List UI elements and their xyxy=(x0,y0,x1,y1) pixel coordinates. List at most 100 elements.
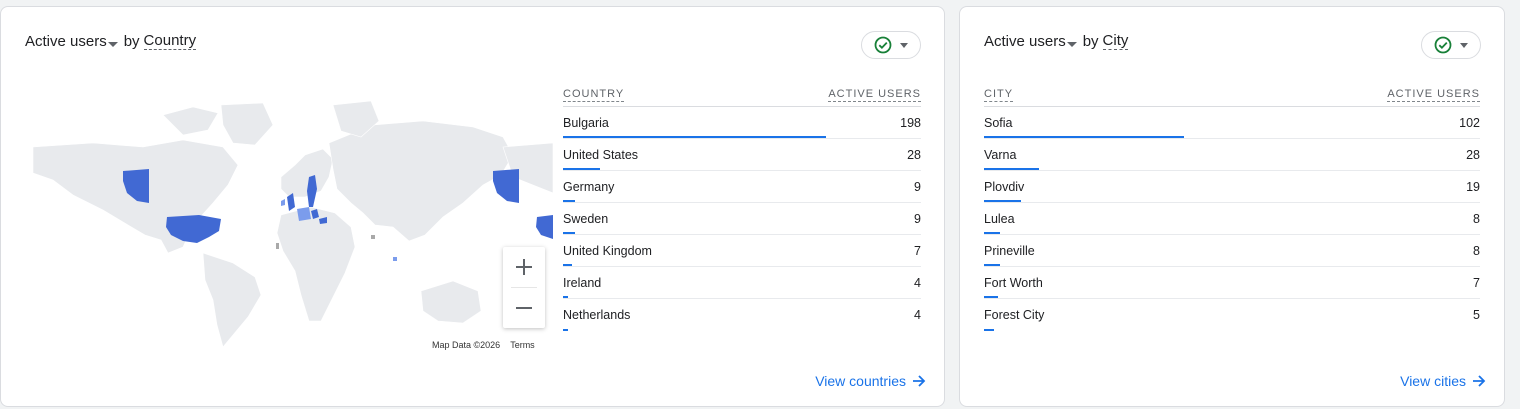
row-name: Plovdiv xyxy=(984,180,1025,194)
city-card: Active users by City CITY ACTIVE USERS S… xyxy=(959,6,1505,407)
row-name: United Kingdom xyxy=(563,244,652,258)
row-bar xyxy=(563,296,568,298)
row-bar xyxy=(984,296,998,298)
map-attribution: Map Data ©2026 Terms xyxy=(429,338,538,352)
by-label: by xyxy=(1082,32,1099,50)
row-name: Fort Worth xyxy=(984,276,1043,290)
caret-down-icon xyxy=(1460,42,1468,48)
row-name: Ireland xyxy=(563,276,602,290)
arrow-right-icon xyxy=(913,375,926,387)
row-name: Bulgaria xyxy=(563,116,609,130)
table-header: CITY ACTIVE USERS xyxy=(984,83,1480,107)
row-name: Lulea xyxy=(984,212,1015,226)
table-row[interactable]: Sweden 9 xyxy=(563,203,921,235)
compare-dropdown[interactable] xyxy=(1421,31,1481,59)
table-row[interactable]: Bulgaria 198 xyxy=(563,107,921,139)
row-bar xyxy=(984,136,1184,138)
row-value: 4 xyxy=(914,308,921,322)
compare-dropdown[interactable] xyxy=(861,31,921,59)
row-bar xyxy=(563,329,568,331)
card-title: Active users by Country xyxy=(25,32,197,50)
table-body: Sofia 102 Varna 28 Plovdiv 19 Lulea 8 Pr… xyxy=(984,107,1480,331)
row-bar xyxy=(984,168,1039,170)
row-name: Sofia xyxy=(984,116,1013,130)
row-value: 9 xyxy=(914,180,921,194)
dimension-selector[interactable]: Country xyxy=(143,32,197,50)
zoom-out-button[interactable] xyxy=(503,288,545,328)
table-header: COUNTRY ACTIVE USERS xyxy=(563,83,921,107)
map-data-label: Map Data ©2026 xyxy=(429,340,504,350)
row-bar xyxy=(984,200,1021,202)
row-name: Netherlands xyxy=(563,308,631,322)
row-value: 198 xyxy=(900,116,921,130)
table-row[interactable]: Varna 28 xyxy=(984,139,1480,171)
row-name: Forest City xyxy=(984,308,1045,322)
row-bar xyxy=(563,232,575,234)
plus-icon xyxy=(516,259,532,275)
city-table: CITY ACTIVE USERS Sofia 102 Varna 28 Plo… xyxy=(984,83,1480,331)
view-countries-label: View countries xyxy=(815,373,906,389)
metric-label: Active users xyxy=(984,32,1066,50)
row-bar xyxy=(563,168,600,170)
column-header-active-users[interactable]: ACTIVE USERS xyxy=(828,87,921,102)
table-row[interactable]: Plovdiv 19 xyxy=(984,171,1480,203)
column-header-active-users[interactable]: ACTIVE USERS xyxy=(1387,87,1480,102)
table-row[interactable]: United States 28 xyxy=(563,139,921,171)
table-row[interactable]: Fort Worth 7 xyxy=(984,267,1480,299)
view-cities-label: View cities xyxy=(1400,373,1466,389)
view-countries-link[interactable]: View countries xyxy=(815,373,926,389)
map-terms-link[interactable]: Terms xyxy=(507,340,538,350)
country-card: Active users by Country Map Data ©2026 T… xyxy=(0,6,945,407)
row-value: 5 xyxy=(1473,308,1480,322)
zoom-controls xyxy=(503,247,545,328)
row-bar xyxy=(563,200,575,202)
table-body: Bulgaria 198 United States 28 Germany 9 … xyxy=(563,107,921,331)
row-value: 28 xyxy=(1466,148,1480,162)
row-value: 4 xyxy=(914,276,921,290)
row-name: Germany xyxy=(563,180,615,194)
country-table: COUNTRY ACTIVE USERS Bulgaria 198 United… xyxy=(563,83,921,331)
table-row[interactable]: Forest City 5 xyxy=(984,299,1480,331)
row-value: 7 xyxy=(1473,276,1480,290)
row-name: Prineville xyxy=(984,244,1035,258)
row-name: United States xyxy=(563,148,639,162)
row-name: Sweden xyxy=(563,212,609,226)
row-bar xyxy=(563,136,826,138)
row-name: Varna xyxy=(984,148,1017,162)
view-cities-link[interactable]: View cities xyxy=(1400,373,1486,389)
minus-icon xyxy=(516,307,532,309)
world-map[interactable] xyxy=(33,85,553,353)
row-value: 19 xyxy=(1466,180,1480,194)
row-value: 102 xyxy=(1459,116,1480,130)
table-row[interactable]: Prineville 8 xyxy=(984,235,1480,267)
row-value: 9 xyxy=(914,212,921,226)
row-bar xyxy=(563,264,572,266)
metric-selector[interactable]: Active users xyxy=(984,33,1083,50)
row-value: 8 xyxy=(1473,212,1480,226)
metric-label: Active users xyxy=(25,32,107,50)
dimension-selector[interactable]: City xyxy=(1102,32,1129,50)
row-value: 8 xyxy=(1473,244,1480,258)
table-row[interactable]: Lulea 8 xyxy=(984,203,1480,235)
table-row[interactable]: Netherlands 4 xyxy=(563,299,921,331)
row-bar xyxy=(984,264,1000,266)
table-row[interactable]: Ireland 4 xyxy=(563,267,921,299)
card-title: Active users by City xyxy=(984,32,1129,50)
arrow-right-icon xyxy=(1473,375,1486,387)
caret-down-icon xyxy=(1066,41,1077,47)
check-circle-icon xyxy=(1434,36,1452,54)
check-circle-icon xyxy=(874,36,892,54)
zoom-in-button[interactable] xyxy=(503,247,545,287)
table-row[interactable]: United Kingdom 7 xyxy=(563,235,921,267)
caret-down-icon xyxy=(107,41,118,47)
row-value: 28 xyxy=(907,148,921,162)
by-label: by xyxy=(123,32,140,50)
column-header-country[interactable]: COUNTRY xyxy=(563,87,625,102)
row-bar xyxy=(984,232,1000,234)
table-row[interactable]: Germany 9 xyxy=(563,171,921,203)
table-row[interactable]: Sofia 102 xyxy=(984,107,1480,139)
row-value: 7 xyxy=(914,244,921,258)
caret-down-icon xyxy=(900,42,908,48)
metric-selector[interactable]: Active users xyxy=(25,33,124,50)
column-header-city[interactable]: CITY xyxy=(984,87,1014,102)
